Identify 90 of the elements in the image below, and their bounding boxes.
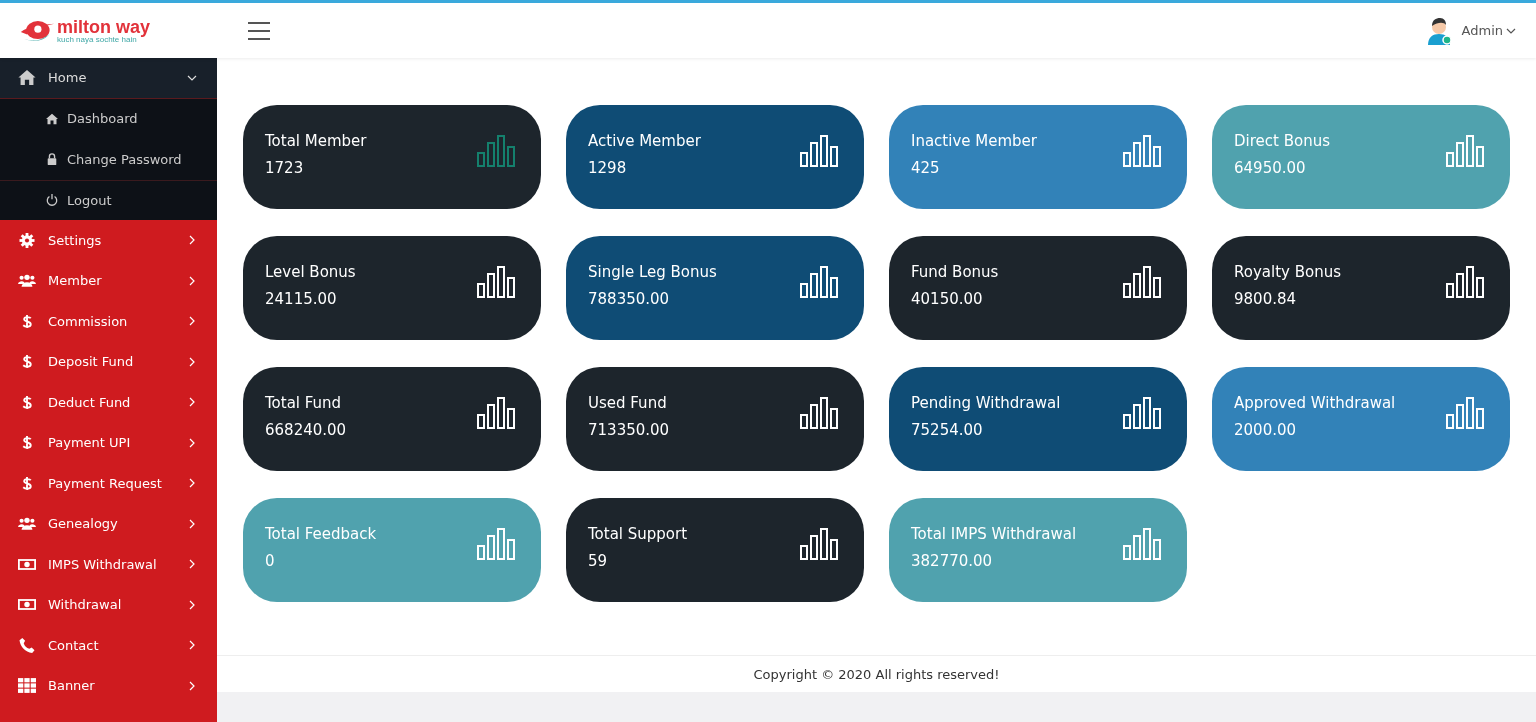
card-value: 9800.84 [1234, 289, 1298, 308]
avatar-icon [1425, 16, 1452, 45]
card-title: Total Member [265, 131, 367, 150]
chevron-icon [187, 356, 197, 367]
card-title: Total Feedback [265, 524, 377, 543]
card-title: Total IMPS Withdrawal [911, 524, 1077, 543]
bar-chart-icon [477, 528, 517, 560]
card-value: 24115.00 [265, 289, 338, 308]
sidebar-item[interactable]: Member [0, 260, 217, 301]
user-menu[interactable]: Admin [1461, 23, 1516, 38]
card-value: 382770.00 [911, 551, 994, 570]
sidebar-item[interactable]: Settings [0, 220, 217, 261]
card-title: Active Member [588, 131, 701, 150]
chevron-icon [187, 478, 197, 489]
home-icon [46, 112, 58, 125]
home-icon [18, 70, 36, 86]
card-value: 1298 [588, 158, 628, 177]
users-icon [18, 273, 36, 289]
grid-icon [18, 678, 36, 694]
phone-icon [18, 637, 36, 653]
card-title: Direct Bonus [1234, 131, 1330, 150]
sidebar-item[interactable]: Deposit Fund [0, 341, 217, 382]
chevron-icon [187, 235, 197, 246]
bar-chart-icon [477, 266, 517, 298]
bar-chart-icon [800, 266, 840, 298]
card-title: Fund Bonus [911, 262, 999, 281]
card-value: 788350.00 [588, 289, 671, 308]
bar-chart-icon [1123, 135, 1163, 167]
sidebar-item[interactable]: Genealogy [0, 503, 217, 544]
settings-icon [18, 232, 36, 248]
bar-chart-icon [1446, 397, 1486, 429]
card-title: Total Support [588, 524, 688, 543]
banknote-icon [18, 556, 36, 572]
brand-tagline: kuch naya sochte hain [57, 35, 137, 44]
chevron-icon [187, 599, 197, 610]
lock-icon [46, 153, 58, 166]
card-value: 75254.00 [911, 420, 984, 439]
card-value: 425 [911, 158, 941, 177]
bar-chart-icon [1123, 397, 1163, 429]
submenu-item[interactable]: Dashboard [0, 98, 217, 139]
sidebar-item[interactable]: Commission [0, 301, 217, 342]
sidebar-item[interactable]: Withdrawal [0, 584, 217, 625]
sidebar-item[interactable]: Payment UPI [0, 422, 217, 463]
card-value: 40150.00 [911, 289, 984, 308]
sidebar-item[interactable]: Banner [0, 665, 217, 706]
card-title: Pending Withdrawal [911, 393, 1061, 412]
chevron-icon [187, 316, 197, 327]
caret-icon [1506, 27, 1516, 34]
sidebar-item[interactable]: Home [0, 58, 217, 99]
bar-chart-icon [1446, 135, 1486, 167]
sidebar-item[interactable]: Deduct Fund [0, 382, 217, 423]
chevron-icon [187, 437, 197, 448]
card-title: Used Fund [588, 393, 668, 412]
menu-icon[interactable] [248, 21, 270, 40]
chevron-icon [187, 518, 197, 529]
bar-chart-icon [1123, 528, 1163, 560]
sidebar-item[interactable]: IMPS Withdrawal [0, 544, 217, 585]
card-title: Total Fund [265, 393, 343, 412]
card-title: Inactive Member [911, 131, 1037, 150]
brand-name: milton way [57, 17, 150, 36]
card-value: 713350.00 [588, 420, 670, 439]
banknote-icon [18, 597, 36, 613]
copyright-text: Copyright © 2020 All rights reserved! [753, 666, 1000, 682]
card-value: 2000.00 [1234, 420, 1298, 439]
bar-chart-icon [800, 397, 840, 429]
card-value: 668240.00 [265, 420, 347, 439]
bar-chart-icon [800, 528, 840, 560]
card-value: 59 [588, 551, 609, 570]
chevron-icon [187, 397, 197, 408]
users-icon [18, 516, 36, 532]
card-title: Level Bonus [265, 262, 356, 281]
power-icon [46, 194, 58, 207]
card-title: Single Leg Bonus [588, 262, 717, 281]
card-title: Royalty Bonus [1234, 262, 1341, 281]
chevron-icon [187, 559, 197, 570]
card-value: 1723 [265, 158, 305, 177]
sidebar-item[interactable]: Payment Request [0, 463, 217, 504]
card-value: 0 [265, 551, 276, 570]
bar-chart-icon [477, 135, 517, 167]
chevron-icon [187, 275, 197, 286]
chevron-icon [187, 640, 197, 651]
sidebar-item[interactable]: Contact [0, 625, 217, 666]
bar-chart-icon [800, 135, 840, 167]
bar-chart-icon [1446, 266, 1486, 298]
card-value: 64950.00 [1234, 158, 1307, 177]
card-title: Approved Withdrawal [1234, 393, 1396, 412]
chevron-icon [187, 680, 197, 691]
bar-chart-icon [477, 397, 517, 429]
bar-chart-icon [1123, 266, 1163, 298]
submenu-item[interactable]: Change Password [0, 139, 217, 180]
